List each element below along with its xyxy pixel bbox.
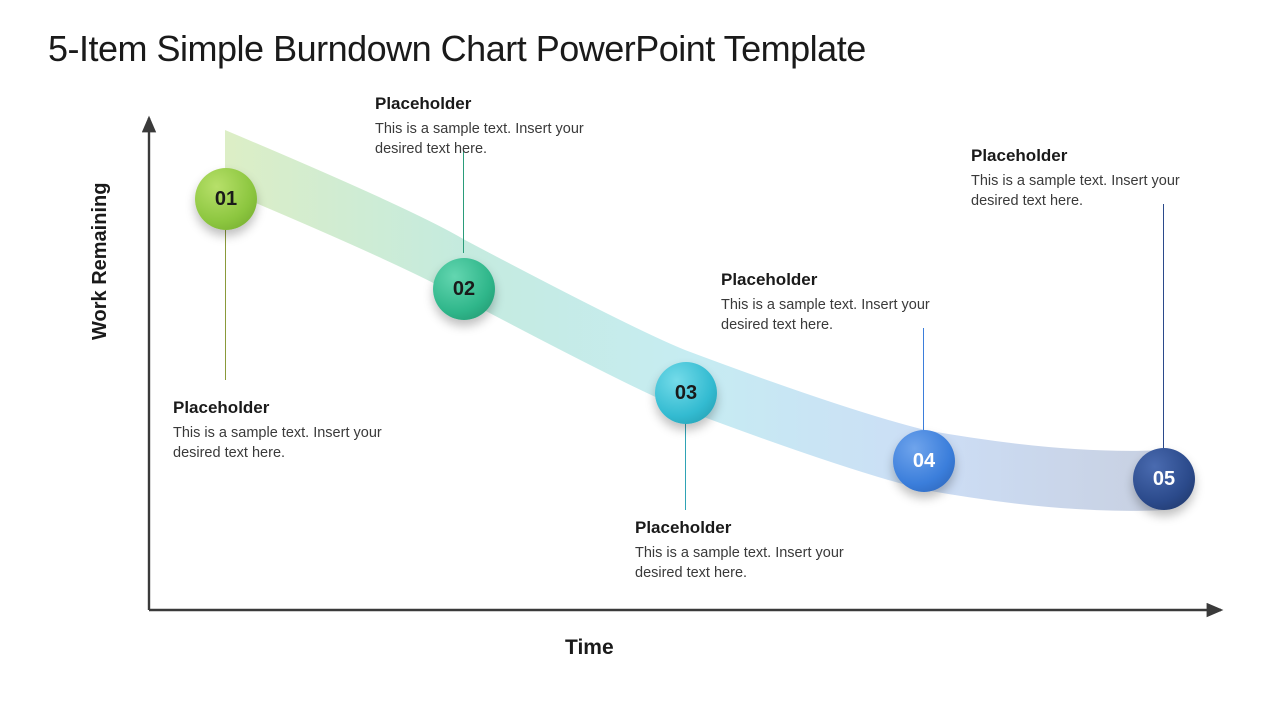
step-marker-02: 02 <box>433 258 495 320</box>
step-number: 03 <box>675 382 697 405</box>
leader-line <box>1163 204 1164 454</box>
step-number: 02 <box>453 278 475 301</box>
callout-05: Placeholder This is a sample text. Inser… <box>971 146 1191 211</box>
burndown-chart: Work Remaining Time <box>95 110 1225 650</box>
leader-line <box>685 420 686 510</box>
callout-title: Placeholder <box>971 146 1191 166</box>
step-marker-01: 01 <box>195 168 257 230</box>
callout-02: Placeholder This is a sample text. Inser… <box>375 94 595 159</box>
callout-title: Placeholder <box>635 518 855 538</box>
callout-title: Placeholder <box>375 94 595 114</box>
leader-line <box>463 148 464 253</box>
step-number: 01 <box>215 188 237 211</box>
leader-line <box>923 328 924 433</box>
callout-body: This is a sample text. Insert your desir… <box>971 172 1191 211</box>
callout-body: This is a sample text. Insert your desir… <box>635 544 855 583</box>
callout-title: Placeholder <box>173 398 393 418</box>
leader-line <box>225 230 226 380</box>
callout-04: Placeholder This is a sample text. Inser… <box>721 270 941 335</box>
step-number: 04 <box>913 450 935 473</box>
step-marker-03: 03 <box>655 362 717 424</box>
callout-title: Placeholder <box>721 270 941 290</box>
callout-body: This is a sample text. Insert your desir… <box>721 296 941 335</box>
x-axis-label: Time <box>565 636 614 660</box>
callout-01: Placeholder This is a sample text. Inser… <box>173 398 393 463</box>
slide-title: 5-Item Simple Burndown Chart PowerPoint … <box>48 28 866 70</box>
step-number: 05 <box>1153 468 1175 491</box>
slide: 5-Item Simple Burndown Chart PowerPoint … <box>0 0 1280 720</box>
callout-body: This is a sample text. Insert your desir… <box>173 424 393 463</box>
y-axis-label: Work Remaining <box>89 183 112 340</box>
step-marker-05: 05 <box>1133 448 1195 510</box>
callout-03: Placeholder This is a sample text. Inser… <box>635 518 855 583</box>
callout-body: This is a sample text. Insert your desir… <box>375 120 595 159</box>
step-marker-04: 04 <box>893 430 955 492</box>
